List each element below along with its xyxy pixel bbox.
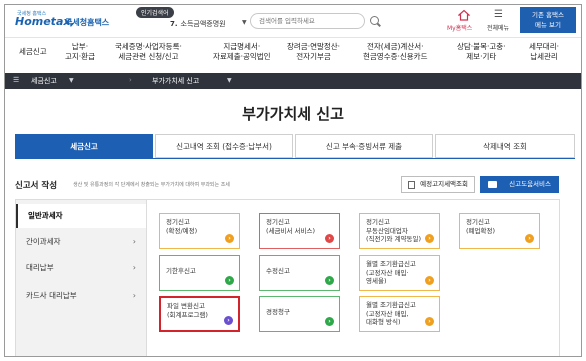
- arrow-right-icon: ›: [525, 234, 534, 243]
- side-item-card-proxy-payment[interactable]: 카드사 대리납부 ›: [16, 284, 146, 308]
- chevron-down-icon[interactable]: ▼: [69, 77, 74, 84]
- filing-help-button[interactable]: 신고도움서비스: [480, 176, 559, 193]
- chevron-down-icon[interactable]: ▼: [242, 19, 247, 26]
- breadcrumb: ☰ 세금신고 ▼ › 부가가치세 신고 ▼: [5, 73, 581, 89]
- card-file-conversion-filing[interactable]: 파일 변환신고 (회계프로그램) ›: [159, 296, 240, 332]
- breadcrumb-current[interactable]: 부가가치세 신고: [152, 76, 199, 86]
- arrow-right-icon: ›: [225, 276, 234, 285]
- nav-item-tax-agent[interactable]: 세무대리· 납세관리: [529, 42, 559, 62]
- all-menu-link[interactable]: 전체메뉴: [487, 23, 509, 32]
- side-item-proxy-payment[interactable]: 대리납부 ›: [16, 256, 146, 280]
- side-item-simplified-taxpayer[interactable]: 간이과세자 ›: [16, 230, 146, 254]
- nav-item-tax-filing[interactable]: 세금신고: [19, 47, 47, 57]
- arrow-right-icon: ›: [325, 317, 334, 326]
- book-icon: [488, 181, 497, 188]
- nav-item-e-invoice[interactable]: 전자(세금)계산서· 현금영수증·신용카드: [363, 42, 427, 62]
- section-title: 신고서 작성: [15, 181, 58, 191]
- popular-search-badge: 인기검색어: [136, 7, 174, 18]
- classic-hometax-button[interactable]: 기존 홈택스 메뉴 보기: [520, 7, 576, 33]
- home-icon[interactable]: [458, 9, 470, 21]
- breadcrumb-separator: ›: [129, 76, 132, 84]
- top-bar: 국세청 홈택스 Hometax, 국세청홈택스 인기검색어 7. 소득금액증명원 …: [5, 5, 581, 37]
- card-late-filing[interactable]: 기한후신고 ›: [159, 255, 240, 291]
- card-regular-filing[interactable]: 정기신고 (확정/예정) ›: [159, 213, 240, 249]
- arrow-right-icon: ›: [425, 276, 434, 285]
- my-hometax-link[interactable]: My홈택스: [447, 23, 472, 32]
- arrow-right-icon: ›: [224, 316, 233, 325]
- arrow-right-icon: ›: [325, 234, 334, 243]
- search-input[interactable]: [250, 13, 365, 29]
- notice-tax-lookup-button[interactable]: 예정고지세액조회: [401, 176, 475, 193]
- card-regular-filing-closure[interactable]: 정기신고 (폐업확정) ›: [459, 213, 540, 249]
- section-description: 생산 및 유통과정의 각 단계에서 창출되는 부가가치에 대하여 부과되는 조세: [73, 182, 230, 188]
- card-amended-filing[interactable]: 수정신고 ›: [259, 255, 340, 291]
- card-correction-claim[interactable]: 경정청구 ›: [259, 296, 340, 332]
- tab-deleted-history[interactable]: 삭제내역 조회: [435, 134, 575, 158]
- main-nav: 세금신고 납부· 고지·환급 국세증명·사업자등록· 세금관련 신청/신고 지급명세…: [5, 37, 581, 67]
- search-icon[interactable]: [370, 16, 379, 25]
- arrow-right-icon: ›: [225, 234, 234, 243]
- tab-tax-filing[interactable]: 세금신고: [15, 134, 153, 158]
- card-regular-filing-real-estate[interactable]: 정기신고 부동산임대업자 (직전기와 계약동일) ›: [359, 213, 440, 249]
- popular-search-term[interactable]: 7. 소득금액증명원: [170, 19, 226, 29]
- card-regular-filing-tax-assistant[interactable]: 정기신고 (세금비서 서비스) ›: [259, 213, 340, 249]
- chevron-right-icon: ›: [132, 291, 136, 300]
- breadcrumb-menu-icon[interactable]: ☰: [13, 76, 19, 84]
- page-title: 부가가치세 신고: [242, 105, 344, 123]
- chevron-down-icon[interactable]: ▼: [227, 77, 232, 84]
- arrow-right-icon: ›: [325, 276, 334, 285]
- chevron-right-icon: ›: [132, 237, 136, 246]
- tab-supporting-documents[interactable]: 신고 부속·증빙서류 제출: [295, 134, 433, 158]
- tab-filing-history[interactable]: 신고내역 조회 (접수증·납부서): [155, 134, 293, 158]
- chevron-right-icon: ›: [132, 263, 136, 272]
- nav-item-certificates[interactable]: 국세증명·사업자등록· 세금관련 신청/신고: [115, 42, 182, 62]
- nav-item-incentives[interactable]: 장려금·연말정산· 전자기부금: [287, 42, 340, 62]
- breadcrumb-root[interactable]: 세금신고: [31, 76, 57, 86]
- tab-underline: [15, 158, 575, 159]
- hamburger-menu-icon[interactable]: ☰: [494, 10, 503, 20]
- nav-item-consulting[interactable]: 상담·불복·고충· 제보·기타: [457, 42, 506, 62]
- arrow-right-icon: ›: [425, 317, 434, 326]
- nav-item-payment-statements[interactable]: 지급명세서· 자료제출·공익법인: [213, 42, 271, 62]
- side-item-general-taxpayer[interactable]: 일반과세자: [16, 204, 146, 228]
- nav-item-payment[interactable]: 납부· 고지·환급: [65, 42, 95, 62]
- card-monthly-early-refund[interactable]: 월별 조기환급신고 (고정자산 매입· 영세율) ›: [359, 255, 440, 291]
- card-monthly-early-refund-interactive[interactable]: 월별 조기환급신고 (고정자산 매입, 대화형 방식) ›: [359, 296, 440, 332]
- screenshot-frame: 국세청 홈택스 Hometax, 국세청홈택스 인기검색어 7. 소득금액증명원 …: [4, 4, 582, 357]
- side-menu: 일반과세자 간이과세자 › 대리납부 › 카드사 대리납부 ›: [15, 199, 147, 356]
- logo-brand-ko: 국세청홈택스: [65, 18, 110, 27]
- document-icon: [408, 181, 415, 189]
- hometax-logo[interactable]: 국세청 홈택스 Hometax, 국세청홈택스: [11, 10, 111, 32]
- arrow-right-icon: ›: [425, 234, 434, 243]
